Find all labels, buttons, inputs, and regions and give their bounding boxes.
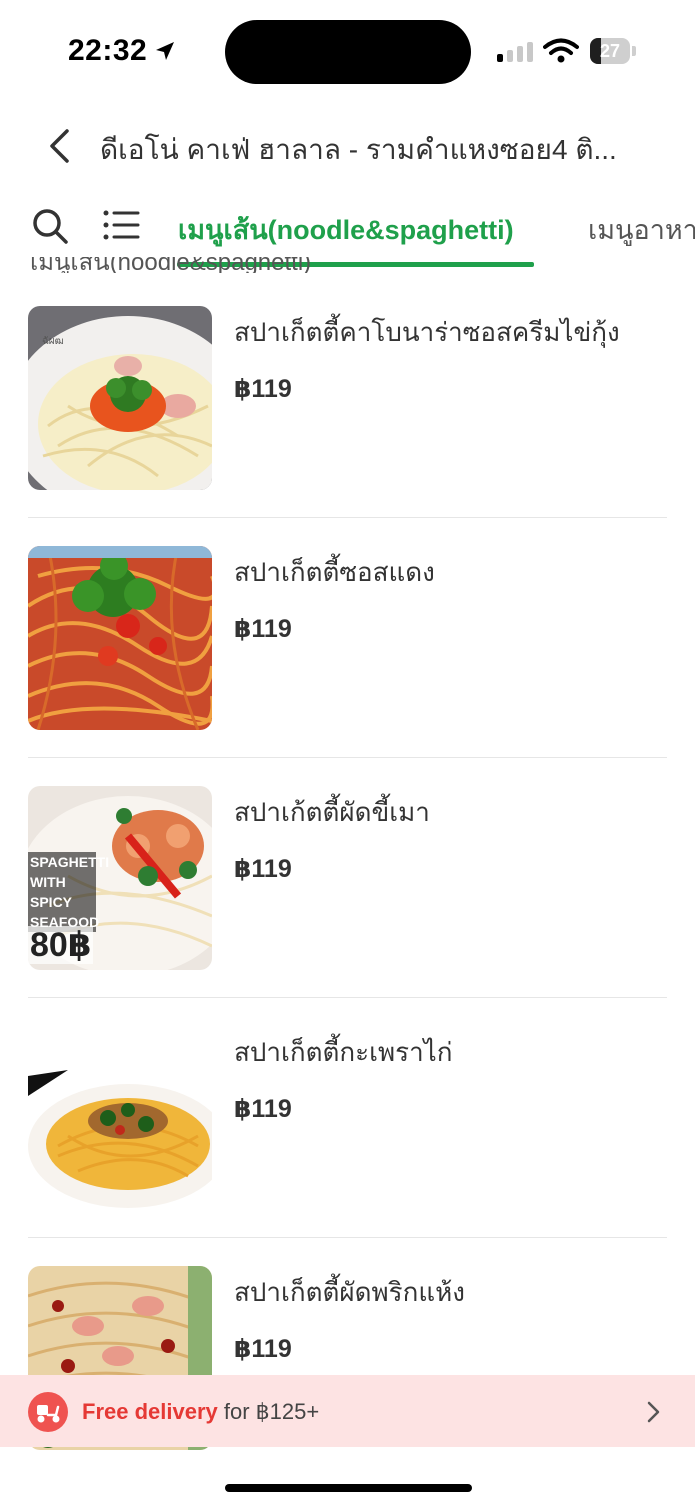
battery-icon: 27 <box>590 38 630 64</box>
dish-name: สปาเก็ตตี้กะเพราไก่ <box>234 1037 453 1067</box>
image-caption-line: SPAGHETTI <box>30 854 110 870</box>
status-time-text: 22:32 <box>68 34 148 67</box>
promo-text: Free delivery for ฿125+ <box>82 1399 319 1425</box>
dish-image-basil-chicken[interactable] <box>28 1026 212 1210</box>
dish-price: ฿119 <box>234 1335 292 1363</box>
menu-item-drunken-spaghetti[interactable]: SPAGHETTI WITH SPICY SEAFOOD 80฿ สปาเก้ต… <box>0 766 695 1006</box>
dish-image-red-sauce[interactable] <box>28 546 212 730</box>
wifi-icon <box>543 38 579 63</box>
chevron-right-icon[interactable] <box>640 1399 666 1425</box>
promo-highlight: Free delivery <box>82 1399 218 1424</box>
menu-item-dried-chili[interactable]: สปาเก็ตตี้ผัดพริกแห้ง ฿119 <box>0 1246 695 1486</box>
dish-name: สปาเก็ตตี้ผัดพริกแห้ง <box>234 1277 465 1307</box>
battery-percent: 27 <box>599 41 621 61</box>
item-divider <box>28 997 667 998</box>
dish-image-carbonara[interactable]: ฉัผฒ <box>28 306 212 490</box>
location-arrow-icon <box>156 42 175 60</box>
section-heading-peek: เมนูเส้น(noodle&spaghetti) <box>30 257 312 273</box>
svg-text:ฉัผฒ: ฉัผฒ <box>42 336 64 347</box>
tab-noodle-spaghetti[interactable]: เมนูเส้น(noodle&spaghetti) <box>178 208 514 251</box>
dish-name: สปาเก็ตตี้คาโบนาร่าซอสครีมไข่กุ้ง <box>234 317 620 347</box>
tab-food-menu[interactable]: เมนูอาหาร <box>588 208 695 251</box>
battery-cap <box>632 46 636 56</box>
restaurant-header: ดีเอโน่ คาเฟ่ ฮาลาล - รามคำแหงซอย4 ติ... <box>0 112 695 182</box>
basil-chicken-photo <box>28 1026 212 1210</box>
image-price-tag: 80฿ <box>28 926 94 964</box>
promo-condition: for ฿125+ <box>223 1399 320 1424</box>
dish-image-drunken-spaghetti[interactable]: SPAGHETTI WITH SPICY SEAFOOD 80฿ <box>28 786 212 970</box>
menu-item-carbonara[interactable]: ฉัผฒ สปาเก็ตตี้คาโบนาร่าซอสครีมไข่กุ้ง ฿… <box>0 286 695 526</box>
search-icon[interactable] <box>30 206 70 246</box>
battery-indicator: 27 <box>590 38 636 64</box>
home-indicator <box>225 1484 472 1492</box>
free-delivery-banner[interactable]: Free delivery for ฿125+ <box>0 1375 695 1447</box>
status-bar: 22:32 27 <box>0 0 695 100</box>
delivery-scooter-icon <box>28 1392 68 1432</box>
red-sauce-photo <box>28 546 212 730</box>
dish-price: ฿119 <box>234 1095 292 1123</box>
dish-price: ฿119 <box>234 375 292 403</box>
image-caption: SPAGHETTI WITH SPICY SEAFOOD <box>28 852 110 932</box>
carbonara-photo: ฉัผฒ <box>28 306 212 490</box>
menu-list: ฉัผฒ สปาเก็ตตี้คาโบนาร่าซอสครีมไข่กุ้ง ฿… <box>0 286 695 1486</box>
chevron-left-icon[interactable] <box>40 126 80 166</box>
dish-price: ฿119 <box>234 615 292 643</box>
status-time: 22:32 <box>68 34 177 68</box>
dish-name: สปาเก้ตตี้ผัดขี้เมา <box>234 797 430 827</box>
item-divider <box>28 757 667 758</box>
item-divider <box>28 1237 667 1238</box>
menu-item-red-sauce[interactable]: สปาเก็ตตี้ซอสแดง ฿119 <box>0 526 695 766</box>
menu-item-basil-chicken[interactable]: สปาเก็ตตี้กะเพราไก่ ฿119 <box>0 1006 695 1246</box>
dish-name: สปาเก็ตตี้ซอสแดง <box>234 557 435 587</box>
dynamic-island <box>225 20 471 84</box>
item-divider <box>28 517 667 518</box>
list-icon[interactable] <box>102 208 140 242</box>
cellular-signal-icon <box>497 40 533 62</box>
dish-price: ฿119 <box>234 855 292 883</box>
image-caption-line: WITH SPICY <box>30 874 73 910</box>
restaurant-title: ดีเอโน่ คาเฟ่ ฮาลาล - รามคำแหงซอย4 ติ... <box>100 134 617 165</box>
